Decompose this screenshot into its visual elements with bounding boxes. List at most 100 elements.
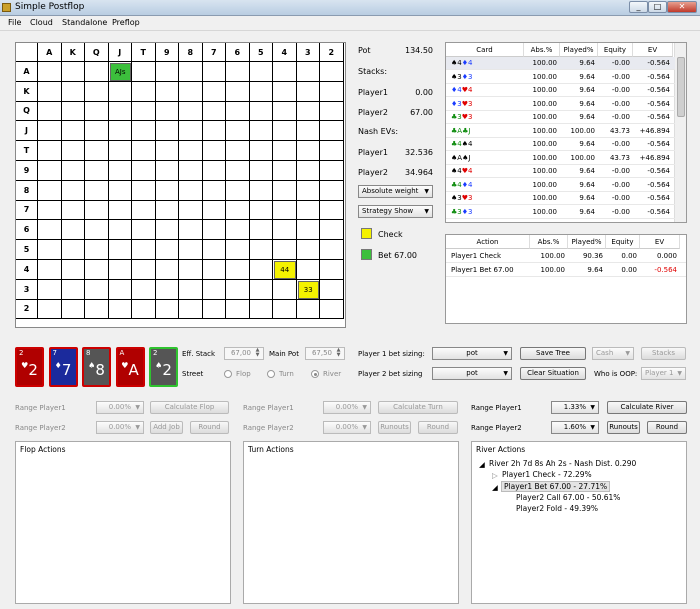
board-card[interactable]: 7 ♦7	[48, 347, 78, 387]
grid-cell[interactable]	[132, 62, 156, 82]
grid-cell[interactable]	[132, 161, 156, 181]
grid-cell[interactable]	[132, 200, 156, 221]
grid-cell[interactable]	[226, 121, 250, 142]
grid-cell[interactable]	[179, 240, 203, 260]
grid-cell[interactable]	[320, 62, 344, 82]
grid-cell[interactable]	[38, 161, 62, 181]
grid-cell[interactable]	[320, 240, 344, 260]
minimize-button[interactable]: _	[629, 1, 648, 13]
p1-bet-sizing-dropdown[interactable]: pot ▼	[432, 347, 512, 360]
grid-cell[interactable]	[202, 260, 226, 280]
grid-cell[interactable]	[202, 121, 226, 142]
grid-cell[interactable]	[179, 279, 203, 300]
grid-cell[interactable]	[38, 220, 62, 241]
grid-cell[interactable]	[108, 161, 132, 181]
grid-cell[interactable]	[273, 200, 297, 221]
card-table-row[interactable]: ♠A♠J 100.00 100.00 43.73 +46.894	[446, 152, 675, 165]
grid-cell[interactable]	[226, 220, 250, 241]
grid-cell[interactable]	[296, 260, 320, 280]
grid-cell[interactable]	[249, 121, 273, 142]
card-table-row[interactable]: ♦4♥4 100.00 9.64 -0.00 -0.564	[446, 84, 675, 97]
grid-cell[interactable]	[38, 121, 62, 142]
grid-cell[interactable]	[179, 200, 203, 221]
action-table-header[interactable]: Equity	[606, 235, 640, 249]
grid-cell[interactable]	[202, 81, 226, 102]
grid-cell[interactable]	[202, 279, 226, 300]
grid-cell[interactable]	[296, 101, 320, 122]
grid-cell[interactable]	[296, 141, 320, 161]
spinner-icon[interactable]: ▲ ▼	[334, 348, 343, 359]
grid-cell[interactable]	[155, 101, 179, 122]
grid-cell[interactable]	[296, 180, 320, 201]
card-table-header[interactable]: Equity	[598, 43, 633, 57]
clear-situation-button[interactable]: Clear Situation	[520, 367, 586, 380]
tree-collapsed-icon[interactable]: ▷	[492, 471, 498, 480]
flop-radio[interactable]	[224, 370, 232, 378]
grid-cell[interactable]	[155, 180, 179, 201]
p2-bet-sizing-dropdown[interactable]: pot ▼	[432, 367, 512, 380]
grid-cell[interactable]	[85, 180, 109, 201]
card-table-row[interactable]: ♠3♥3 100.00 9.64 -0.00 -0.564	[446, 192, 675, 205]
grid-cell[interactable]	[155, 299, 179, 320]
grid-cell-highlight[interactable]: AJs	[109, 63, 131, 81]
card-table-header[interactable]: Played%	[560, 43, 598, 57]
grid-cell[interactable]	[155, 141, 179, 161]
turn-radio[interactable]	[267, 370, 275, 378]
close-button[interactable]: ✕	[667, 1, 697, 13]
grid-cell[interactable]	[179, 180, 203, 201]
grid-cell[interactable]	[296, 220, 320, 241]
grid-cell[interactable]	[320, 101, 344, 122]
grid-cell[interactable]	[155, 62, 179, 82]
grid-cell[interactable]	[85, 260, 109, 280]
grid-cell[interactable]	[155, 81, 179, 102]
river-range-p1-dropdown[interactable]: 1.33% ▼	[551, 401, 599, 414]
calculate-river-button[interactable]: Calculate River	[607, 401, 687, 414]
grid-cell[interactable]	[226, 299, 250, 320]
grid-cell[interactable]	[38, 180, 62, 201]
grid-cell[interactable]	[320, 260, 344, 280]
menu-file[interactable]: File	[8, 18, 21, 27]
grid-cell[interactable]	[61, 121, 85, 142]
action-table-header[interactable]: Played%	[568, 235, 606, 249]
main-pot-input[interactable]: 67,50 ▲ ▼	[305, 347, 345, 360]
grid-cell[interactable]	[320, 279, 344, 300]
flop-actions-panel[interactable]: Flop Actions	[15, 441, 231, 604]
grid-cell[interactable]	[61, 141, 85, 161]
grid-cell[interactable]	[202, 240, 226, 260]
calculate-flop-button[interactable]: Calculate Flop	[150, 401, 229, 414]
grid-cell[interactable]	[179, 81, 203, 102]
save-tree-button[interactable]: Save Tree	[520, 347, 586, 360]
grid-cell[interactable]	[108, 180, 132, 201]
spinner-icon[interactable]: ▲ ▼	[253, 348, 262, 359]
grid-cell[interactable]	[179, 62, 203, 82]
card-table-row[interactable]: ♣4♠4 100.00 9.64 -0.00 -0.564	[446, 138, 675, 151]
grid-cell[interactable]	[108, 141, 132, 161]
grid-cell[interactable]	[320, 200, 344, 221]
grid-cell[interactable]	[179, 299, 203, 320]
grid-cell[interactable]	[38, 200, 62, 221]
grid-cell[interactable]	[108, 81, 132, 102]
grid-cell[interactable]	[320, 220, 344, 241]
board-card[interactable]: A ♥A	[115, 347, 145, 387]
grid-cell[interactable]	[61, 180, 85, 201]
grid-cell[interactable]	[85, 161, 109, 181]
grid-cell[interactable]	[108, 200, 132, 221]
tree-expand-icon[interactable]: ◢	[492, 483, 498, 492]
grid-cell[interactable]	[273, 101, 297, 122]
grid-cell[interactable]	[155, 121, 179, 142]
grid-cell[interactable]	[273, 299, 297, 320]
river-radio[interactable]	[311, 370, 319, 378]
card-table-header[interactable]: EV	[633, 43, 673, 57]
grid-cell[interactable]	[61, 260, 85, 280]
grid-cell[interactable]	[132, 81, 156, 102]
grid-cell[interactable]	[132, 121, 156, 142]
action-table[interactable]: Action Abs.% Played% Equity EV Player1 Check 1…	[445, 234, 687, 324]
turn-runouts-button[interactable]: Runouts	[378, 421, 411, 434]
grid-cell[interactable]	[61, 200, 85, 221]
grid-cell[interactable]	[61, 62, 85, 82]
turn-range-p1-dropdown[interactable]: 0.00% ▼	[323, 401, 371, 414]
grid-cell[interactable]	[296, 62, 320, 82]
grid-cell[interactable]	[85, 62, 109, 82]
scrollbar-thumb[interactable]	[677, 57, 685, 117]
grid-cell[interactable]	[202, 299, 226, 320]
